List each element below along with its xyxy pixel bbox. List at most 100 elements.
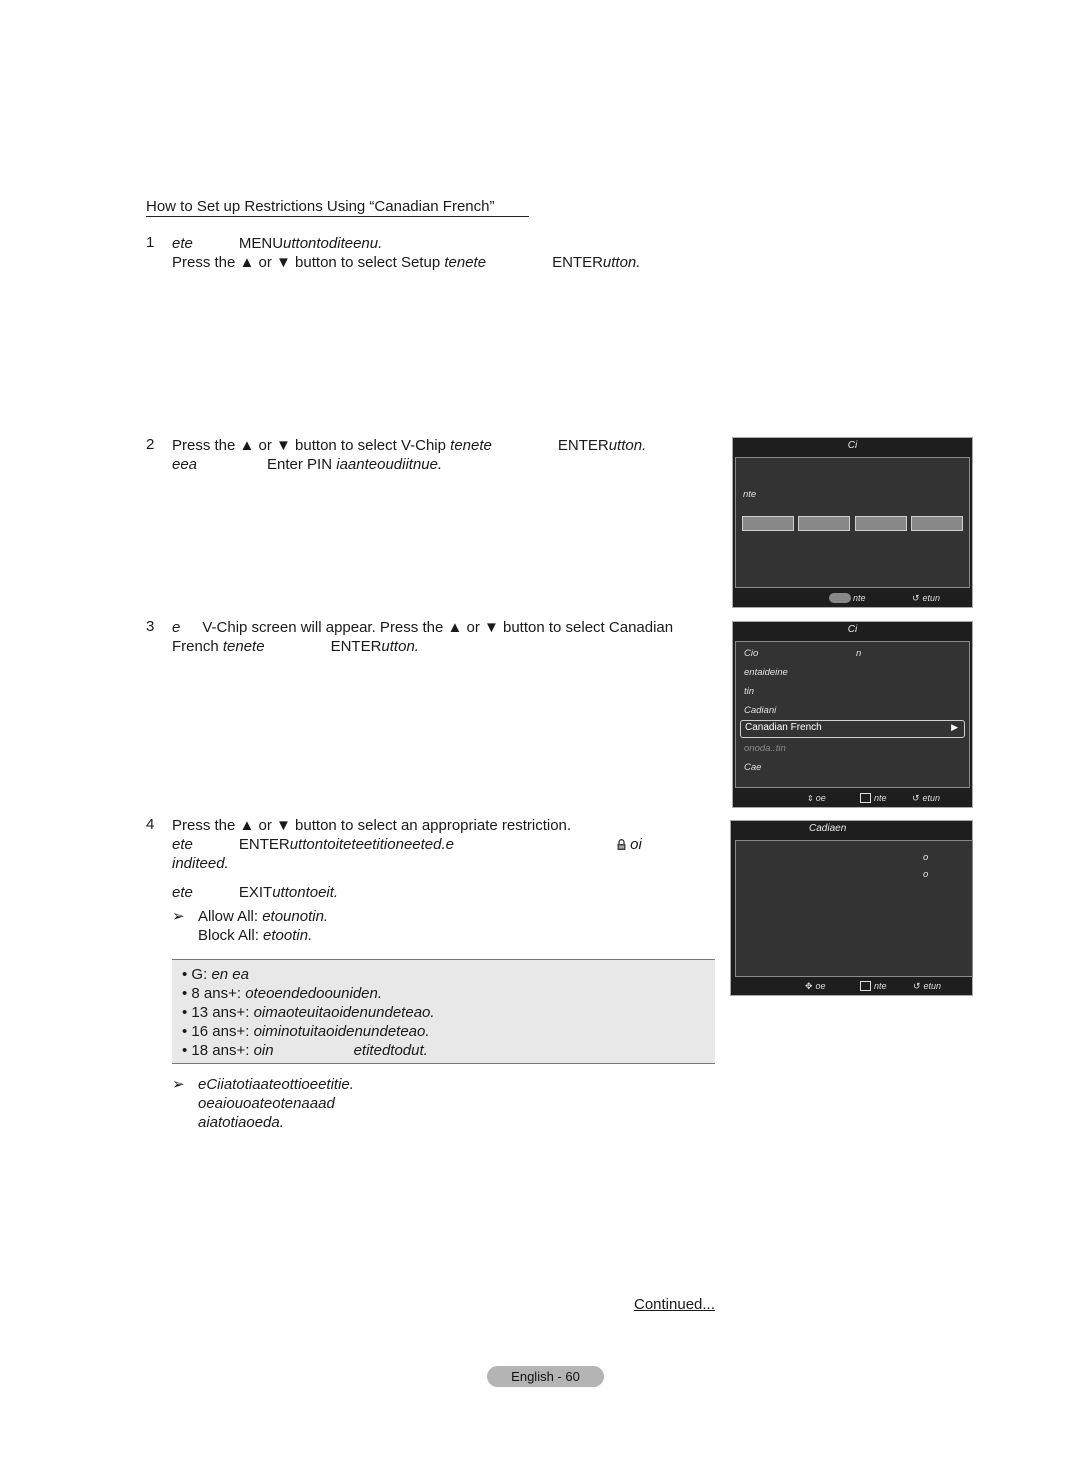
menu-item-disabled: onoda..tin	[744, 743, 786, 754]
footer-return: ↺ etun	[912, 591, 940, 605]
enter-icon	[860, 981, 871, 991]
step-number: 1	[146, 234, 155, 251]
enter-key: ENTER	[330, 638, 382, 655]
text: Press the ▲ or ▼ button to select an app…	[172, 817, 572, 834]
text: tenete	[444, 254, 487, 271]
footer-return: ↺ etun	[912, 791, 940, 805]
step-4-line-4: ete EXITuttontoeit.	[172, 883, 338, 902]
screen-title: Ci	[847, 440, 858, 451]
text: ete	[172, 884, 193, 901]
footer-enter: nte	[860, 791, 887, 805]
rating-desc: en ea	[211, 966, 249, 983]
rating-item: • 16 ans+: oiminotuitaoidenundeteao.	[182, 1022, 430, 1041]
text: uttontoiteteetitioneeted.e	[289, 836, 454, 853]
text: eea	[172, 456, 198, 473]
step-1-line-2: Press the ▲ or ▼ button to select Setup …	[172, 253, 640, 272]
step-3-line-2: French tenete ENTERutton.	[172, 637, 419, 656]
move-icon: ✥	[805, 980, 813, 991]
rating-desc: oin	[253, 1042, 274, 1059]
enter-icon	[860, 793, 871, 803]
footer-label: nte	[853, 593, 866, 603]
note-line: aiatotiaoeda.	[198, 1114, 284, 1131]
rating-label: • 8 ans+:	[182, 985, 242, 1002]
arrow-bullet-icon: ➢	[172, 1076, 185, 1093]
lock-icon	[617, 836, 626, 850]
rating-desc: etitedtodut.	[353, 1042, 428, 1059]
pin-digit-1[interactable]	[742, 516, 794, 531]
tip-allow-all: Allow All: etounotin.	[198, 907, 328, 926]
return-icon: ↺	[912, 592, 920, 603]
text: ete	[172, 235, 193, 252]
submenu-arrow-icon: ▶	[951, 722, 958, 732]
menu-item[interactable]: entaideine	[744, 667, 788, 678]
tip-label: Block All:	[198, 927, 259, 944]
menu-item[interactable]: Cae	[744, 762, 761, 773]
tip-label: Allow All:	[198, 908, 259, 925]
menu-item-vchip-lock[interactable]: Cio n	[744, 648, 861, 659]
pin-digit-3[interactable]	[855, 516, 907, 531]
enter-key: ENTER	[557, 437, 609, 454]
menu-item[interactable]: Cadiani	[744, 705, 776, 716]
tip-text: etootin.	[263, 927, 313, 944]
pin-digit-2[interactable]	[798, 516, 850, 531]
rating-label: • G:	[182, 966, 208, 983]
footer-enter: nte	[829, 591, 866, 605]
step-3-line-1: e V-Chip screen will appear. Press the ▲ …	[172, 618, 673, 637]
rating-desc: oimaoteuitaoidenundeteao.	[253, 1004, 435, 1021]
screen-title: Cadiaen	[809, 823, 847, 834]
pin-panel: nte	[735, 457, 970, 588]
text: ete	[172, 836, 193, 853]
footer-move: ✥ oe	[805, 979, 826, 993]
step-number: 3	[146, 618, 155, 635]
rating-item: • 8 ans+: oteoendedoouniden.	[182, 984, 382, 1003]
rating-item: • 13 ans+: oimaoteuitaoidenundeteao.	[182, 1003, 435, 1022]
step-4-line-1: Press the ▲ or ▼ button to select an app…	[172, 816, 571, 835]
text: utton.	[608, 437, 647, 454]
arrow-bullet-icon: ➢	[172, 908, 185, 925]
vchip-menu-panel: Cio n entaideine tin Cadiani Canadian Fre…	[735, 641, 970, 788]
pin-label: nte	[743, 489, 757, 500]
rating-lock-state: o	[923, 852, 929, 863]
rating-label: • 16 ans+:	[182, 1023, 250, 1040]
footer-label: nte	[874, 981, 887, 991]
pin-digit-4[interactable]	[911, 516, 963, 531]
footer-label: nte	[874, 793, 887, 803]
text: oi	[630, 836, 642, 853]
footer-enter: nte	[860, 979, 887, 993]
tv-screen-canadian-french: Cadiaen o o ✥ oe nte ↺ etun	[730, 820, 973, 996]
enter-pin-label: Enter PIN	[267, 456, 333, 473]
rating-item: • G: en ea	[182, 965, 249, 984]
enter-key: ENTER	[552, 254, 603, 271]
exit-key: EXIT	[238, 884, 273, 901]
return-icon: ↺	[913, 980, 921, 991]
text: utton.	[602, 254, 641, 271]
step-4-line-2: ete ENTERuttontoiteteetitioneeted.e	[172, 835, 454, 854]
text: tenete	[222, 638, 265, 655]
text: uttontoditeenu.	[283, 235, 383, 252]
section-underline	[146, 216, 529, 217]
tip-block-all: Block All: etootin.	[198, 926, 312, 945]
rating-desc: oteoendedoouniden.	[245, 985, 383, 1002]
menu-item-label: Cio	[744, 648, 759, 659]
rating-item: • 18 ans+: oin etitedtodut.	[182, 1041, 428, 1060]
text: Press the ▲ or ▼ button to select Setup	[172, 254, 441, 271]
note-line: oeaiouoateotenaaad	[198, 1095, 335, 1112]
footer-label: oe	[815, 793, 826, 803]
note-line: eCiiatotiaateottioeetitie.	[198, 1076, 354, 1093]
menu-key: MENU	[238, 235, 284, 252]
rating-lock-state: o	[923, 869, 929, 880]
menu-item[interactable]: tin	[744, 686, 754, 697]
tip-text: etounotin.	[262, 908, 329, 925]
return-icon: ↺	[912, 792, 920, 803]
rating-desc: oiminotuitaoidenundeteao.	[253, 1023, 430, 1040]
step-2-line-1: Press the ▲ or ▼ button to select V-Chip…	[172, 436, 646, 455]
continued-link[interactable]: Continued...	[634, 1296, 715, 1313]
footer-return: ↺ etun	[913, 979, 941, 993]
ratings-box: • G: en ea • 8 ans+: oteoendedoouniden. …	[172, 959, 715, 1064]
rating-label: • 18 ans+:	[182, 1042, 250, 1059]
text: inditeed.	[172, 855, 229, 872]
enter-key: ENTER	[238, 836, 290, 853]
menu-item-canadian-french[interactable]: Canadian French ▶	[740, 720, 965, 738]
tv-screen-vchip-menu: Ci Cio n entaideine tin Cadiani Canadian …	[732, 621, 973, 808]
step-number: 4	[146, 816, 155, 833]
